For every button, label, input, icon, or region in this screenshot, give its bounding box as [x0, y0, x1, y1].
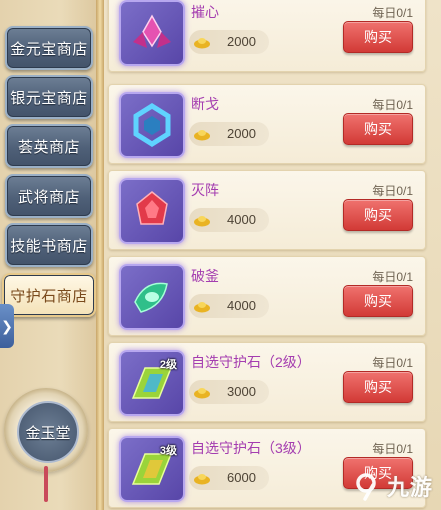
item-list[interactable]: 摧心 每日0/1 2000 购买 断戈 每日0/1 2000 购买 灭阵 每日0… [104, 0, 441, 510]
price-tag: 2000 [189, 30, 269, 54]
gold-ingot-icon [194, 302, 210, 313]
gold-ingot-icon [194, 388, 210, 399]
chevron-right-icon[interactable]: ❯ [0, 304, 14, 348]
daily-limit: 每日0/1 [372, 184, 413, 198]
tab-label: 技能书商店 [10, 237, 88, 255]
buy-button[interactable]: 购买 [343, 371, 413, 403]
buy-button[interactable]: 购买 [343, 285, 413, 317]
price-tag: 4000 [189, 208, 269, 232]
shop-window: 金元宝商店 银元宝商店 荟英商店 武将商店 技能书商店 守护石商店 ❯ 金玉堂 … [0, 0, 441, 510]
divider-rail [96, 0, 104, 510]
gem-icon-duange[interactable] [119, 92, 185, 158]
tab-label: 银元宝商店 [10, 89, 88, 107]
tab-label: 守护石商店 [10, 287, 88, 305]
price-tag: 4000 [189, 294, 269, 318]
gem-shape [133, 103, 171, 147]
price-tag: 2000 [189, 122, 269, 146]
price-tag: 6000 [189, 466, 269, 490]
gem-shape [134, 282, 168, 313]
daily-limit: 每日0/1 [372, 270, 413, 284]
gem-shape [136, 191, 168, 225]
price-value: 4000 [227, 298, 256, 313]
item-name: 摧心 [191, 4, 219, 20]
tab-general-shop[interactable]: 武将商店 [5, 174, 93, 218]
tab-skill-book-shop[interactable]: 技能书商店 [5, 223, 93, 267]
price-value: 2000 [227, 34, 256, 49]
item-name: 自选守护石（2级） [191, 354, 311, 370]
tab-guardian-stone-shop[interactable]: 守护石商店 [2, 273, 96, 317]
tassel-decoration [44, 466, 48, 502]
watermark-text: 九游 [387, 475, 434, 500]
gold-ingot-icon [194, 130, 210, 141]
gold-ingot-icon [194, 216, 210, 227]
list-item: 灭阵 每日0/1 4000 购买 [108, 170, 426, 250]
tab-label: 金元宝商店 [10, 40, 88, 58]
price-value: 2000 [227, 126, 256, 141]
price-value: 4000 [227, 212, 256, 227]
tab-label: 武将商店 [17, 188, 80, 206]
buy-button[interactable]: 购买 [343, 113, 413, 145]
level-badge: 3级 [159, 445, 177, 457]
item-name: 破釜 [191, 268, 219, 284]
gold-ingot-icon [194, 38, 210, 49]
gem-icon-miezhen[interactable] [119, 178, 185, 244]
item-name: 断戈 [191, 96, 219, 112]
item-name: 自选守护石（3级） [191, 440, 311, 456]
jinyutang-core: 金玉堂 [17, 401, 79, 463]
list-item: 破釜 每日0/1 4000 购买 [108, 256, 426, 336]
gem-icon-select-lv2[interactable]: 2级 [119, 350, 185, 416]
gem-shape [133, 14, 171, 48]
gold-ingot-icon [194, 474, 210, 485]
tab-gold-ingot-shop[interactable]: 金元宝商店 [5, 26, 93, 70]
gem-icon-pofu[interactable] [119, 264, 185, 330]
tab-huiying-shop[interactable]: 荟英商店 [5, 124, 93, 168]
jinyutang-button[interactable]: 金玉堂 [4, 388, 88, 502]
daily-limit: 每日0/1 [372, 6, 413, 20]
daily-limit: 每日0/1 [372, 98, 413, 112]
list-item: 2级 自选守护石（2级） 每日0/1 3000 购买 [108, 342, 426, 422]
list-item: 断戈 每日0/1 2000 购买 [108, 84, 426, 164]
gem-icon-cuixin[interactable] [119, 0, 185, 66]
tab-label: 荟英商店 [17, 138, 80, 156]
daily-limit: 每日0/1 [372, 356, 413, 370]
tab-silver-ingot-shop[interactable]: 银元宝商店 [5, 75, 93, 119]
buy-button[interactable]: 购买 [343, 21, 413, 53]
9-logo-icon [356, 473, 376, 501]
watermark: 九游 [353, 468, 433, 504]
buy-button[interactable]: 购买 [343, 199, 413, 231]
daily-limit: 每日0/1 [372, 442, 413, 456]
price-value: 6000 [227, 470, 256, 485]
shop-sidebar: 金元宝商店 银元宝商店 荟英商店 武将商店 技能书商店 守护石商店 ❯ 金玉堂 [0, 0, 102, 510]
item-name: 灭阵 [191, 182, 219, 198]
level-badge: 2级 [159, 359, 177, 371]
price-value: 3000 [227, 384, 256, 399]
price-tag: 3000 [189, 380, 269, 404]
list-item: 摧心 每日0/1 2000 购买 [108, 0, 426, 72]
jinyutang-label: 金玉堂 [25, 424, 71, 442]
gem-icon-select-lv3[interactable]: 3级 [119, 436, 185, 502]
